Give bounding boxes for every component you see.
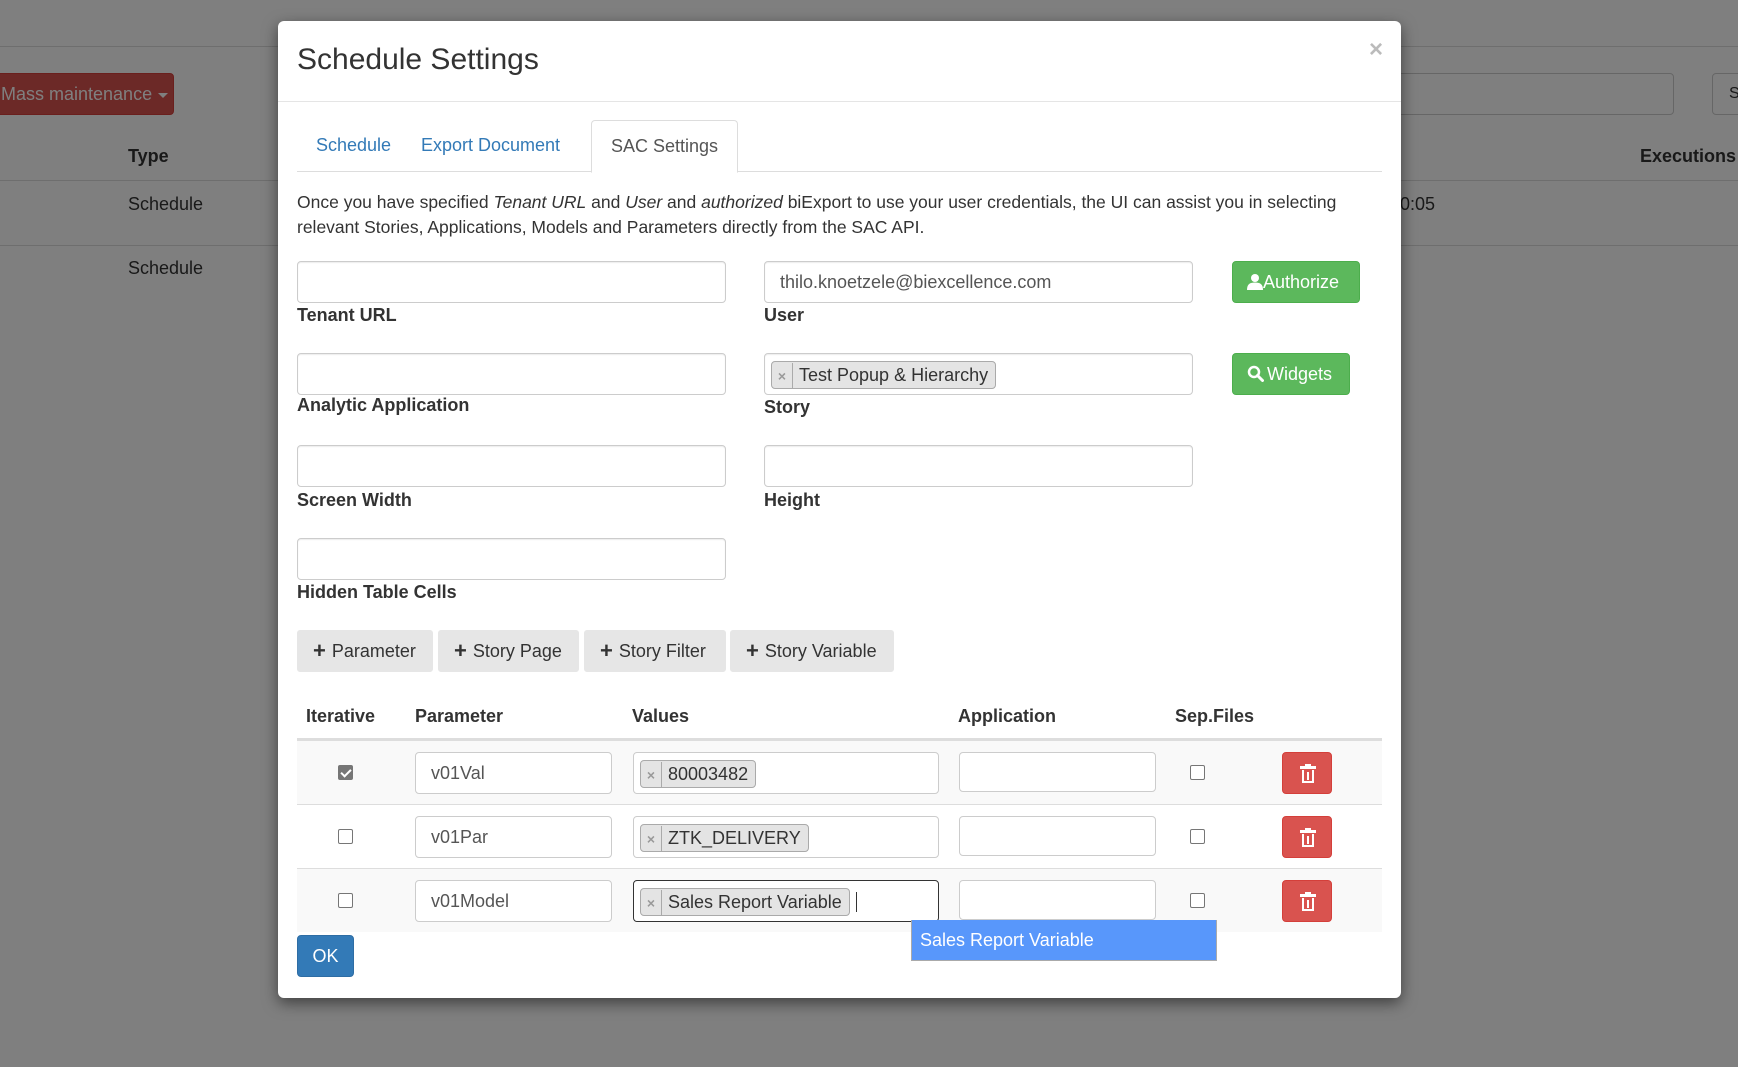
user-label: User: [764, 305, 805, 325]
authorize-label: Authorize: [1263, 272, 1340, 292]
modal-title: Schedule Settings: [297, 43, 539, 76]
value-tag-label: Sales Report Variable: [668, 892, 842, 913]
remove-tag-icon[interactable]: ×: [641, 826, 662, 853]
story-label: Story: [764, 397, 811, 417]
header-sep-files: Sep.Files: [1175, 706, 1255, 726]
parameter-input[interactable]: v01Model: [415, 880, 612, 922]
header-values: Values: [632, 706, 690, 726]
delete-row-button[interactable]: [1282, 880, 1332, 922]
table-row: v01Par × ZTK_DELIVERY: [297, 804, 1382, 868]
values-select[interactable]: × Sales Report Variable: [633, 880, 939, 922]
add-story-variable-button[interactable]: + Story Variable: [730, 630, 894, 672]
story-tag: × Test Popup & Hierarchy: [771, 361, 997, 390]
intro-text-part: and: [586, 192, 626, 212]
value-tag-label: ZTK_DELIVERY: [668, 828, 801, 849]
add-parameter-button[interactable]: + Parameter: [297, 630, 433, 672]
intro-term-authorized: authorized: [701, 192, 783, 212]
application-input[interactable]: [959, 880, 1156, 920]
user-input[interactable]: thilo.knoetzele@biexcellence.com: [764, 261, 1193, 303]
intro-text-part: Once you have specified: [297, 192, 494, 212]
height-input[interactable]: [764, 445, 1193, 487]
sep-files-checkbox[interactable]: [1190, 893, 1205, 908]
sep-files-checkbox[interactable]: [1190, 829, 1205, 844]
value-tag: × 80003482: [640, 760, 757, 789]
sep-files-checkbox[interactable]: [1190, 765, 1205, 780]
values-select[interactable]: × 80003482: [633, 752, 939, 794]
screen-width-label: Screen Width: [297, 490, 412, 510]
plus-icon: +: [600, 638, 613, 663]
tenant-url-label: Tenant URL: [297, 305, 397, 325]
add-story-filter-button[interactable]: + Story Filter: [584, 630, 726, 672]
analytic-application-input[interactable]: [297, 353, 726, 395]
ok-button[interactable]: OK: [297, 935, 354, 977]
modal-header: Schedule Settings ×: [278, 21, 1401, 102]
application-input[interactable]: [959, 752, 1156, 792]
value-tag: × ZTK_DELIVERY: [640, 824, 809, 853]
trash-icon: [1300, 764, 1316, 783]
search-icon: [1247, 365, 1264, 382]
remove-tag-icon[interactable]: ×: [641, 890, 662, 917]
intro-term-tenant-url: Tenant URL: [493, 192, 587, 212]
header-iterative: Iterative: [306, 706, 376, 726]
schedule-settings-modal: Schedule Settings × Schedule Export Docu…: [278, 21, 1401, 998]
widgets-button[interactable]: Widgets: [1232, 353, 1350, 395]
add-story-filter-label: Story Filter: [618, 641, 706, 661]
authorize-button[interactable]: Authorize: [1232, 261, 1360, 303]
value-tag: × Sales Report Variable: [640, 888, 850, 917]
story-tag-label: Test Popup & Hierarchy: [799, 365, 989, 386]
iterative-checkbox[interactable]: [338, 893, 353, 908]
value-tag-label: 80003482: [668, 764, 749, 785]
add-story-page-label: Story Page: [472, 641, 562, 661]
story-select[interactable]: × Test Popup & Hierarchy: [764, 353, 1193, 395]
trash-icon: [1300, 828, 1316, 847]
tenant-url-input[interactable]: [297, 261, 726, 303]
remove-tag-icon[interactable]: ×: [641, 762, 662, 789]
plus-icon: +: [746, 638, 759, 663]
hidden-table-cells-input[interactable]: [297, 538, 726, 580]
header-application: Application: [958, 706, 1056, 726]
intro-term-user: User: [625, 192, 663, 212]
intro-text: Once you have specified Tenant URL and U…: [297, 190, 1382, 240]
hidden-table-cells-label: Hidden Table Cells: [297, 582, 457, 602]
values-dropdown: Sales Report Variable: [911, 920, 1217, 961]
tab-sac-settings[interactable]: SAC Settings: [591, 120, 739, 173]
iterative-checkbox[interactable]: [338, 829, 353, 844]
parameter-input[interactable]: v01Val: [415, 752, 612, 794]
add-story-page-button[interactable]: + Story Page: [438, 630, 579, 672]
add-story-variable-label: Story Variable: [764, 641, 877, 661]
values-select[interactable]: × ZTK_DELIVERY: [633, 816, 939, 858]
trash-icon: [1300, 892, 1316, 911]
application-input[interactable]: [959, 816, 1156, 856]
tab-schedule[interactable]: Schedule: [297, 120, 410, 172]
plus-icon: +: [454, 638, 467, 663]
close-icon[interactable]: ×: [1369, 36, 1383, 64]
header-parameter: Parameter: [415, 706, 504, 726]
widgets-label: Widgets: [1267, 364, 1333, 384]
parameter-input[interactable]: v01Par: [415, 816, 612, 858]
plus-icon: +: [313, 638, 326, 663]
text-cursor: [855, 892, 857, 913]
add-parameter-label: Parameter: [331, 641, 416, 661]
settings-tabs: Schedule Export Document SAC Settings: [297, 120, 1382, 173]
delete-row-button[interactable]: [1282, 752, 1332, 794]
table-row: v01Val × 80003482: [297, 740, 1382, 804]
intro-text-part: and: [662, 192, 702, 212]
dropdown-option[interactable]: Sales Report Variable: [912, 920, 1216, 960]
height-label: Height: [764, 490, 820, 510]
remove-tag-icon[interactable]: ×: [772, 363, 793, 390]
analytic-application-label: Analytic Application: [297, 395, 470, 415]
tab-export-document[interactable]: Export Document: [402, 120, 579, 172]
iterative-checkbox[interactable]: [338, 765, 353, 780]
user-icon: [1247, 274, 1263, 290]
table-row: v01Model × Sales Report Variable: [297, 868, 1382, 932]
screen-width-input[interactable]: [297, 445, 726, 487]
delete-row-button[interactable]: [1282, 816, 1332, 858]
